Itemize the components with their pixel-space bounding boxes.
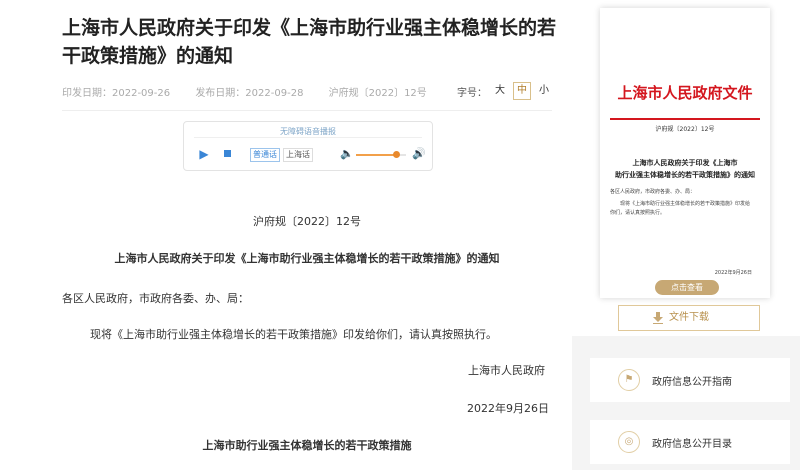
divider — [62, 110, 552, 111]
font-size-medium[interactable]: 中 — [513, 82, 531, 100]
preview-date: 2022年9月26日 — [714, 270, 752, 276]
preview-text-line2: 现将《上海市助行业强主体稳增长的若干政策措施》印发给 — [620, 201, 751, 207]
download-label: 文件下载 — [669, 312, 709, 323]
view-button[interactable]: 点击查看 — [655, 280, 719, 295]
preview-header: 上海市人民政府文件 — [617, 84, 753, 102]
document-preview[interactable]: 上海市人民政府文件 沪府规〔2022〕12号 上海市人民政府关于印发《上海市 助… — [600, 8, 770, 298]
font-size-small[interactable]: 小 — [536, 83, 552, 99]
volume-low-icon: 🔈 — [340, 147, 354, 160]
issuer: 上海市人民政府 — [468, 364, 545, 377]
preview-doc-number: 沪府规〔2022〕12号 — [655, 126, 715, 133]
font-size-switcher: 字号： 大 中 小 — [457, 82, 552, 100]
meta-row: 印发日期：2022-09-26 发布日期：2022-09-28 沪府规〔2022… — [62, 82, 552, 100]
catalog-icon: ◎ — [618, 431, 640, 453]
body-paragraph: 现将《上海市助行业强主体稳增长的若干政策措施》印发给你们，请认真按照执行。 — [90, 328, 497, 341]
guide-icon: ⚑ — [618, 369, 640, 391]
preview-text-line1: 各区人民政府，市政府各委、办、局： — [610, 189, 696, 195]
page-title: 上海市人民政府关于印发《上海市助行业强主体稳增长的若干政策措施》的通知 — [62, 17, 557, 67]
player-divider — [194, 137, 422, 138]
link-label: 政府信息公开指南 — [652, 377, 732, 388]
stop-icon[interactable] — [220, 146, 236, 162]
font-size-large[interactable]: 大 — [492, 83, 508, 99]
lang-shanghai-button[interactable]: 上海话 — [283, 148, 313, 162]
preview-red-line — [610, 118, 760, 120]
link-info-guide[interactable]: ⚑ 政府信息公开指南 — [590, 358, 790, 402]
publish-date: 印发日期：2022-09-26 — [62, 88, 171, 99]
preview-title-line2: 助行业强主体稳增长的若干政策措施》的通知 — [615, 171, 755, 179]
salutation: 各区人民政府，市政府各委、办、局： — [62, 292, 249, 305]
download-icon — [653, 312, 663, 324]
notice-title: 上海市人民政府关于印发《上海市助行业强主体稳增长的若干政策措施》的通知 — [114, 252, 500, 265]
play-icon[interactable]: ▶ — [194, 146, 214, 162]
measures-title: 上海市助行业强主体稳增长的若干政策措施 — [202, 439, 412, 452]
player-title: 无障碍语音播报 — [280, 127, 336, 136]
lang-mandarin-button[interactable]: 普通话 — [250, 148, 280, 162]
volume-high-icon: 🔊 — [412, 147, 426, 160]
release-date: 发布日期：2022-09-28 — [195, 88, 304, 99]
link-label: 政府信息公开目录 — [652, 439, 732, 450]
doc-number: 沪府规〔2022〕12号 — [328, 88, 427, 99]
preview-text-line3: 你们，请认真按照执行。 — [610, 210, 666, 216]
issue-date: 2022年9月26日 — [467, 402, 549, 415]
preview-title-line1: 上海市人民政府关于印发《上海市 — [632, 159, 738, 167]
volume-knob[interactable] — [393, 151, 400, 158]
download-button[interactable]: 文件下载 — [618, 305, 760, 331]
volume-fill — [356, 154, 396, 156]
doc-number-line: 沪府规〔2022〕12号 — [253, 215, 361, 228]
volume-slider[interactable] — [356, 151, 406, 158]
font-size-label: 字号： — [457, 87, 487, 99]
link-info-catalog[interactable]: ◎ 政府信息公开目录 — [590, 420, 790, 464]
audio-player: 无障碍语音播报 ▶ 普通话 上海话 🔈 🔊 — [183, 121, 433, 171]
